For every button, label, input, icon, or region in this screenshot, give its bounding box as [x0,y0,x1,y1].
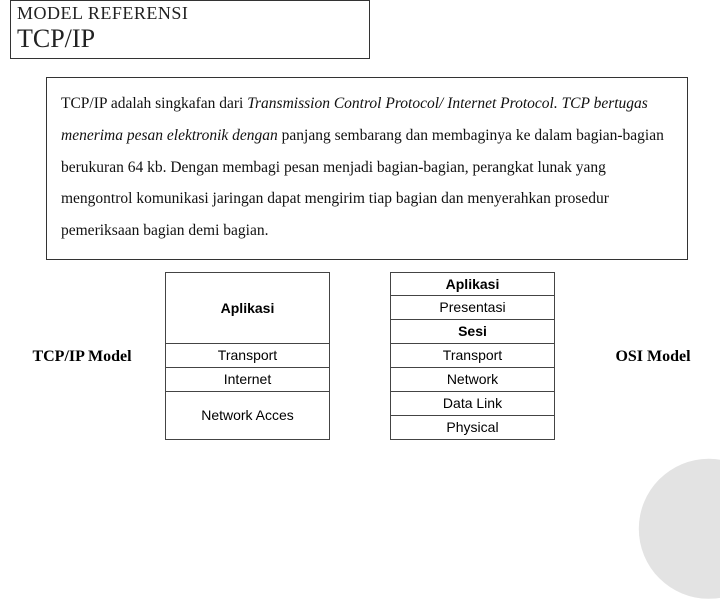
osi-layer-application: Aplikasi [390,272,555,296]
model-comparison-area: TCP/IP Model OSI Model Aplikasi Transpor… [0,270,720,440]
osi-layer-physical: Physical [390,416,555,440]
osi-layer-transport: Transport [390,344,555,368]
tcpip-layer-network-access: Network Acces [165,392,330,440]
tcpip-model-label: TCP/IP Model [12,348,152,366]
description-box: TCP/IP adalah singkafan dari Transmissio… [46,77,688,260]
decorative-circle [639,459,720,599]
tcpip-column: Aplikasi Transport Internet Network Acce… [165,272,330,440]
tcpip-layer-internet: Internet [165,368,330,392]
osi-layer-session: Sesi [390,320,555,344]
tcpip-layer-transport: Transport [165,344,330,368]
title-line1: MODEL REFERENSI [17,3,363,24]
tcpip-layer-application: Aplikasi [165,272,330,344]
title-box: MODEL REFERENSI TCP/IP [10,0,370,59]
title-line2: TCP/IP [17,24,363,54]
desc-seg1: TCP/IP adalah singkafan dari [61,95,247,112]
osi-layer-presentation: Presentasi [390,296,555,320]
osi-column: Aplikasi Presentasi Sesi Transport Netwo… [390,272,555,440]
osi-layer-datalink: Data Link [390,392,555,416]
osi-model-label: OSI Model [598,348,708,366]
osi-layer-network: Network [390,368,555,392]
description-text: TCP/IP adalah singkafan dari Transmissio… [61,88,673,247]
